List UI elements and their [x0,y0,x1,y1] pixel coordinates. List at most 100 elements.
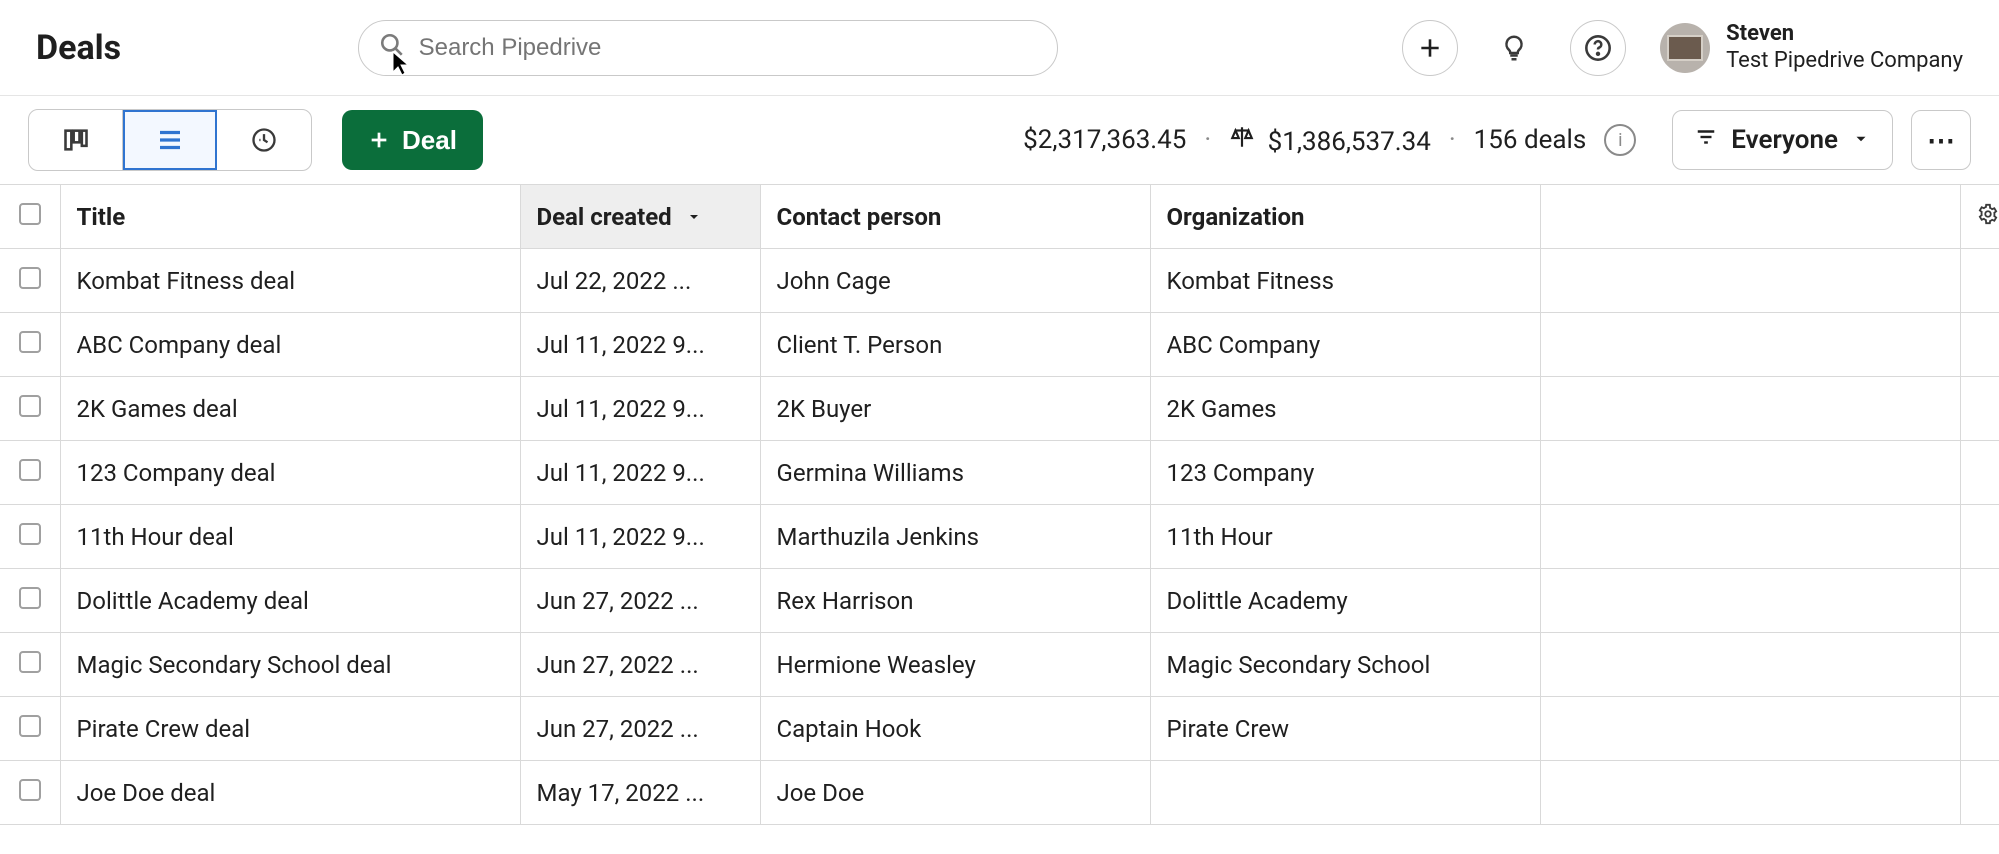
balance-icon [1229,124,1255,150]
cell-organization[interactable]: Magic Secondary School [1150,633,1540,697]
cell-gear [1960,761,1999,825]
cell-contact[interactable]: 2K Buyer [760,377,1150,441]
row-checkbox[interactable] [0,377,60,441]
cell-empty [1540,313,1960,377]
weighted-value: $1,386,537.34 [1268,127,1431,157]
cell-title[interactable]: Magic Secondary School deal [60,633,520,697]
user-menu[interactable]: Steven Test Pipedrive Company [1660,21,1963,74]
table-row[interactable]: ABC Company dealJul 11, 2022 9...Client … [0,313,1999,377]
cell-organization[interactable]: 2K Games [1150,377,1540,441]
cell-gear [1960,377,1999,441]
select-all-header[interactable] [0,185,60,249]
info-icon[interactable]: i [1604,124,1636,156]
cell-contact[interactable]: Joe Doe [760,761,1150,825]
search-icon [379,32,419,64]
cell-gear [1960,249,1999,313]
cell-created: Jul 11, 2022 9... [520,441,760,505]
deals-table: Title Deal created Contact person Organi… [0,184,1999,825]
cell-empty [1540,633,1960,697]
list-view-button[interactable] [123,110,217,170]
cell-created: Jun 27, 2022 ... [520,697,760,761]
more-actions-button[interactable]: ⋯ [1911,110,1971,170]
cell-empty [1540,761,1960,825]
cell-created: Jun 27, 2022 ... [520,569,760,633]
cell-created: Jul 11, 2022 9... [520,313,760,377]
row-checkbox[interactable] [0,313,60,377]
deal-stats: $2,317,363.45 · $1,386,537.34 · 156 deal… [1023,124,1636,157]
column-empty [1540,185,1960,249]
column-title[interactable]: Title [60,185,520,249]
cell-title[interactable]: 2K Games deal [60,377,520,441]
add-quick-button[interactable] [1402,20,1458,76]
column-settings-button[interactable] [1960,185,1999,249]
add-deal-button[interactable]: Deal [342,110,483,170]
page-title: Deals [36,28,121,68]
cell-title[interactable]: Kombat Fitness deal [60,249,520,313]
cell-organization[interactable]: 123 Company [1150,441,1540,505]
cell-gear [1960,569,1999,633]
cell-empty [1540,249,1960,313]
cell-created: Jun 27, 2022 ... [520,633,760,697]
column-deal-created[interactable]: Deal created [520,185,760,249]
cell-empty [1540,441,1960,505]
cell-title[interactable]: 123 Company deal [60,441,520,505]
table-row[interactable]: Kombat Fitness dealJul 22, 2022 ...John … [0,249,1999,313]
cell-title[interactable]: Pirate Crew deal [60,697,520,761]
cell-gear [1960,633,1999,697]
owner-filter-button[interactable]: Everyone [1672,110,1893,170]
forecast-view-button[interactable] [217,110,311,170]
table-row[interactable]: 2K Games dealJul 11, 2022 9...2K Buyer2K… [0,377,1999,441]
cell-created: May 17, 2022 ... [520,761,760,825]
cell-title[interactable]: ABC Company deal [60,313,520,377]
cell-organization[interactable]: Pirate Crew [1150,697,1540,761]
cell-contact[interactable]: Client T. Person [760,313,1150,377]
table-row[interactable]: Magic Secondary School dealJun 27, 2022 … [0,633,1999,697]
cell-organization[interactable]: ABC Company [1150,313,1540,377]
add-deal-label: Deal [402,125,457,156]
help-icon[interactable] [1570,20,1626,76]
avatar [1660,23,1710,73]
tips-icon[interactable] [1486,20,1542,76]
cell-gear [1960,697,1999,761]
total-value: $2,317,363.45 [1023,125,1186,155]
user-company: Test Pipedrive Company [1726,48,1963,74]
cell-title[interactable]: Dolittle Academy deal [60,569,520,633]
cell-contact[interactable]: Hermione Weasley [760,633,1150,697]
column-contact[interactable]: Contact person [760,185,1150,249]
row-checkbox[interactable] [0,441,60,505]
row-checkbox[interactable] [0,633,60,697]
chevron-down-icon [1852,125,1870,155]
cell-organization[interactable]: Dolittle Academy [1150,569,1540,633]
cell-organization[interactable]: Kombat Fitness [1150,249,1540,313]
table-row[interactable]: Joe Doe dealMay 17, 2022 ...Joe Doe [0,761,1999,825]
cell-organization[interactable] [1150,761,1540,825]
filter-icon [1695,125,1717,155]
search-input[interactable] [419,34,1037,62]
cell-title[interactable]: 11th Hour deal [60,505,520,569]
sort-desc-icon [686,203,702,231]
cell-organization[interactable]: 11th Hour [1150,505,1540,569]
row-checkbox[interactable] [0,761,60,825]
cell-created: Jul 11, 2022 9... [520,505,760,569]
table-row[interactable]: 123 Company dealJul 11, 2022 9...Germina… [0,441,1999,505]
row-checkbox[interactable] [0,697,60,761]
user-name: Steven [1726,21,1963,47]
table-row[interactable]: Pirate Crew dealJun 27, 2022 ...Captain … [0,697,1999,761]
cell-gear [1960,313,1999,377]
cell-title[interactable]: Joe Doe deal [60,761,520,825]
cell-contact[interactable]: Rex Harrison [760,569,1150,633]
cell-contact[interactable]: Marthuzila Jenkins [760,505,1150,569]
cell-gear [1960,441,1999,505]
search-container[interactable] [358,20,1058,76]
table-row[interactable]: 11th Hour dealJul 11, 2022 9...Marthuzil… [0,505,1999,569]
owner-filter-label: Everyone [1731,125,1838,155]
cell-contact[interactable]: Captain Hook [760,697,1150,761]
cell-contact[interactable]: John Cage [760,249,1150,313]
cell-contact[interactable]: Germina Williams [760,441,1150,505]
row-checkbox[interactable] [0,505,60,569]
column-organization[interactable]: Organization [1150,185,1540,249]
row-checkbox[interactable] [0,569,60,633]
table-row[interactable]: Dolittle Academy dealJun 27, 2022 ...Rex… [0,569,1999,633]
pipeline-view-button[interactable] [29,110,123,170]
row-checkbox[interactable] [0,249,60,313]
